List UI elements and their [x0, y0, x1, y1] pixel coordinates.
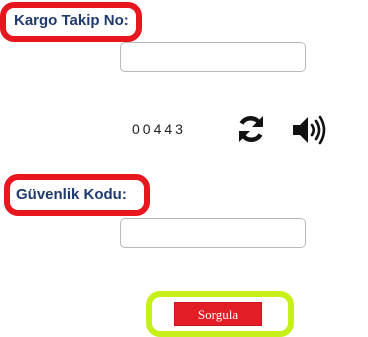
sorgula-button[interactable]: Sorgula [174, 302, 262, 326]
tracking-number-input[interactable] [120, 42, 306, 72]
security-code-input[interactable] [120, 218, 306, 248]
captcha-code: 00443 [132, 121, 186, 137]
refresh-icon[interactable] [234, 112, 268, 146]
tracking-number-label: Kargo Takip No: [14, 12, 129, 29]
speaker-icon[interactable] [290, 114, 328, 146]
security-code-label: Güvenlik Kodu: [16, 186, 127, 203]
